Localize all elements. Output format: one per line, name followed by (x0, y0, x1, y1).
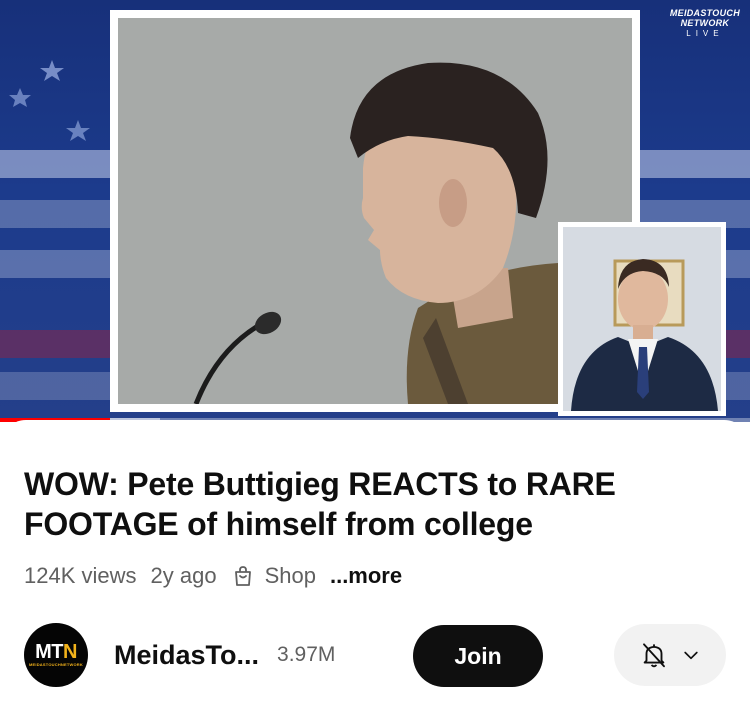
avatar-subtext: MEIDASTOUCHNETWORK (29, 662, 83, 667)
avatar-logo-accent: N (62, 641, 77, 663)
video-details: WOW: Pete Buttigieg REACTS to RARE FOOTA… (0, 420, 750, 712)
video-player[interactable]: MEIDASTOUCH NETWORK LIVE (0, 0, 750, 422)
video-title[interactable]: WOW: Pete Buttigieg REACTS to RARE FOOTA… (24, 464, 724, 544)
notification-settings-button[interactable] (614, 624, 726, 686)
shopping-bag-icon (234, 566, 251, 586)
reaction-camera-frame (558, 222, 726, 416)
subscriber-count: 3.97M (277, 643, 336, 666)
bell-off-icon (643, 643, 665, 668)
reaction-camera (563, 227, 721, 411)
avatar-logo: MTN (35, 642, 77, 662)
more-button[interactable]: ...more (330, 563, 402, 589)
watermark-line-3: LIVE (686, 29, 724, 38)
join-button[interactable]: Join (413, 625, 543, 687)
watermark-line-2: NETWORK (680, 18, 730, 28)
channel-name[interactable]: MeidasTo... (114, 640, 259, 671)
channel-avatar[interactable]: MTN MEIDASTOUCHNETWORK (24, 623, 88, 687)
shop-link[interactable]: Shop (231, 563, 316, 589)
shop-label: Shop (264, 563, 316, 588)
chevron-down-icon (684, 651, 698, 660)
channel-bar: MTN MEIDASTOUCHNETWORK MeidasTo... 3.97M… (24, 622, 726, 688)
speaker-figure (118, 18, 632, 404)
view-count: 124K views (24, 563, 137, 588)
avatar-logo-main: MT (35, 641, 63, 663)
channel-watermark: MEIDASTOUCH NETWORK LIVE (670, 8, 740, 39)
video-metadata: 124K views 2y ago Shop ...more (24, 562, 416, 590)
archival-footage (118, 18, 632, 404)
upload-age: 2y ago (150, 563, 217, 588)
flag-stars (9, 60, 90, 141)
reactor-figure (563, 227, 721, 411)
watermark-line-1: MEIDASTOUCH (669, 8, 740, 18)
